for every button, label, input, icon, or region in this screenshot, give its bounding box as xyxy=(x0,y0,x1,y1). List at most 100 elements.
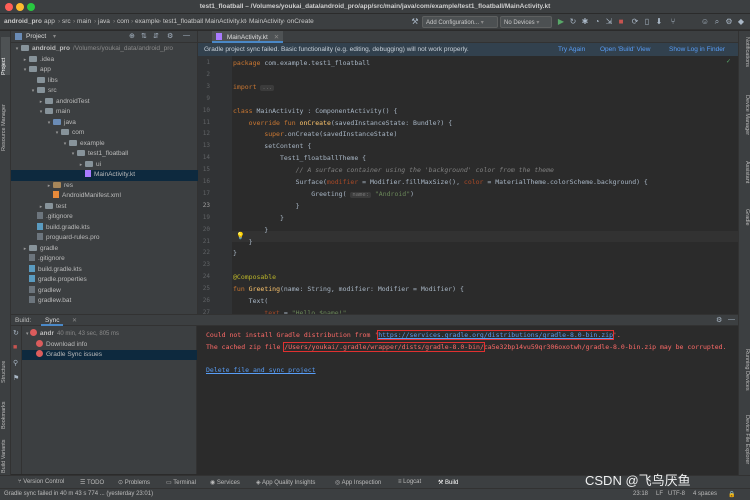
assistant-tool-tab[interactable]: Assistant xyxy=(741,161,750,201)
project-tool-tab[interactable]: Project xyxy=(1,37,10,75)
tree-item[interactable]: ▾ main xyxy=(11,107,198,118)
bookmarks-tool-tab[interactable]: Bookmarks xyxy=(1,389,10,429)
device-manager-icon[interactable]: ▯ xyxy=(642,17,652,27)
chevron-right-icon[interactable]: ▸ xyxy=(37,97,45,108)
chevron-down-icon[interactable]: ▾ xyxy=(29,86,37,97)
chevron-right-icon[interactable]: ▸ xyxy=(21,244,29,255)
tree-item[interactable]: AndroidManifest.xml xyxy=(11,191,198,202)
collapse-all-icon[interactable]: ⇅ xyxy=(141,32,147,40)
open-build-view-link[interactable]: Open 'Build' View xyxy=(600,46,650,53)
build-tree-item[interactable]: ▾ andr 40 min, 43 sec, 805 ms xyxy=(22,329,197,339)
terminal-tab[interactable]: ▭ Terminal xyxy=(166,479,196,486)
tree-item[interactable]: gradlew.bat xyxy=(11,296,198,307)
version-control-tab[interactable]: ⑂ Version Control xyxy=(18,479,64,485)
chevron-down-icon[interactable]: ▾ xyxy=(45,118,53,129)
show-log-in-finder-link[interactable]: Show Log in Finder xyxy=(669,46,725,53)
app-quality-insights-tab[interactable]: ◈ App Quality Insights xyxy=(256,479,315,486)
caret-position[interactable]: 23:18 xyxy=(633,491,648,497)
tree-item[interactable]: ▾ android_pro/Volumes/youkai_data/android… xyxy=(11,44,198,55)
tree-item[interactable]: ▾ test1_floatball xyxy=(11,149,198,160)
sync-gradle-icon[interactable]: ⟳ xyxy=(630,17,640,27)
rerun-icon[interactable]: ↻ xyxy=(13,329,19,337)
breadcrumb-item[interactable]: java xyxy=(98,18,110,25)
todo-tab[interactable]: ☰ TODO xyxy=(80,479,104,486)
run-icon[interactable]: ▶ xyxy=(556,17,566,27)
build-tab[interactable]: ⚒ Build xyxy=(438,479,458,486)
tree-item[interactable]: ▸ test xyxy=(11,202,198,213)
chevron-down-icon[interactable]: ▾ xyxy=(13,44,21,55)
device-manager-tool-tab[interactable]: Device Manager xyxy=(741,95,750,153)
logcat-tab[interactable]: ≡ Logcat xyxy=(398,479,421,485)
settings-icon[interactable]: ⚙ xyxy=(724,17,734,27)
git-icon[interactable]: ⑂ xyxy=(668,17,678,27)
chevron-right-icon[interactable]: ▸ xyxy=(37,202,45,213)
try-again-link[interactable]: Try Again xyxy=(558,46,585,53)
structure-tool-tab[interactable]: Structure xyxy=(1,349,10,383)
chevron-down-icon[interactable]: ▾ xyxy=(53,128,61,139)
tree-item[interactable]: build.gradle.kts xyxy=(11,264,198,276)
resource-manager-tool-tab[interactable]: Resource Manager xyxy=(1,91,10,151)
delete-file-and-sync-link[interactable]: Delete file and sync project xyxy=(206,366,316,374)
tree-item[interactable]: ▸ .idea xyxy=(11,55,198,66)
tree-item[interactable]: MainActivity.kt xyxy=(11,170,198,181)
hide-panel-icon[interactable]: — xyxy=(728,316,735,323)
options-icon[interactable]: ⚙ xyxy=(167,32,173,40)
tree-item[interactable]: gradlew xyxy=(11,285,198,297)
chevron-right-icon[interactable]: ▸ xyxy=(21,55,29,66)
gradle-tool-tab[interactable]: Gradle xyxy=(741,209,750,239)
tree-item[interactable]: ▾ src xyxy=(11,86,198,97)
breadcrumb-item[interactable]: test1_floatball xyxy=(163,18,203,25)
options-icon[interactable]: ⚙ xyxy=(716,316,722,324)
tree-item[interactable]: ▸ res xyxy=(11,181,198,192)
locate-file-icon[interactable]: ⊕ xyxy=(129,32,135,40)
tree-item[interactable]: proguard-rules.pro xyxy=(11,233,198,244)
lock-icon[interactable]: 🔒 xyxy=(728,491,735,498)
tree-item[interactable]: libs xyxy=(11,76,198,87)
build-tree-item[interactable]: Download info xyxy=(22,339,197,350)
tree-item[interactable]: ▾ app xyxy=(11,65,198,76)
app-inspection-tab[interactable]: ◎ App Inspection xyxy=(335,479,381,486)
breadcrumb-item[interactable]: main xyxy=(77,18,91,25)
stop-icon[interactable]: ■ xyxy=(616,17,626,27)
breadcrumb-item[interactable]: MainActivity xyxy=(249,18,284,25)
close-tab-icon[interactable]: ✕ xyxy=(274,34,279,41)
chevron-down-icon[interactable]: ▾ xyxy=(53,33,56,40)
add-configuration-button[interactable]: Add Configuration... ▾ xyxy=(422,16,498,28)
breadcrumb-item[interactable]: onCreate xyxy=(287,18,314,25)
line-separator[interactable]: LF xyxy=(656,491,663,497)
notifications-tool-tab[interactable]: Notifications xyxy=(741,37,750,89)
project-view-selector[interactable]: Project xyxy=(26,33,46,40)
chevron-right-icon[interactable]: ▸ xyxy=(77,160,85,171)
tree-item[interactable]: ▸ gradle xyxy=(11,244,198,255)
attach-debugger-icon[interactable]: ⇲ xyxy=(604,17,614,27)
breadcrumb-item[interactable]: app xyxy=(44,18,55,25)
sdk-manager-icon[interactable]: ⬇ xyxy=(654,17,664,27)
user-icon[interactable]: ☺ xyxy=(700,17,710,27)
running-devices-tool-tab[interactable]: Running Devices xyxy=(741,349,750,409)
breadcrumb-item[interactable]: android_pro xyxy=(4,18,42,25)
debug-icon[interactable]: ✱ xyxy=(580,17,590,27)
tab-sync[interactable]: Sync xyxy=(41,315,64,326)
breadcrumb-item[interactable]: com xyxy=(117,18,129,25)
search-icon[interactable]: ⌕ xyxy=(712,17,722,27)
build-tree-item[interactable]: Gradle Sync issues xyxy=(22,350,197,360)
status-message[interactable]: Gradle sync failed in 40 m 43 s 774 ... … xyxy=(4,491,153,497)
chevron-right-icon[interactable]: ▸ xyxy=(45,181,53,192)
expand-all-icon[interactable]: ⇵ xyxy=(153,32,159,40)
indent-setting[interactable]: 4 spaces xyxy=(693,491,717,497)
services-tab[interactable]: ◉ Services xyxy=(210,479,240,486)
hammer-icon[interactable]: ⚒ xyxy=(410,17,420,27)
device-file-explorer-tool-tab[interactable]: Device File Explorer xyxy=(741,415,750,475)
chevron-down-icon[interactable]: ▾ xyxy=(61,139,69,150)
breadcrumb-item[interactable]: example xyxy=(135,18,160,25)
stop-icon[interactable]: ■ xyxy=(13,344,17,351)
tree-item[interactable]: .gitignore xyxy=(11,254,198,265)
build-variants-tool-tab[interactable]: Build Variants xyxy=(1,433,10,473)
tree-item[interactable]: ▾ com xyxy=(11,128,198,139)
tree-item[interactable]: build.gradle.kts xyxy=(11,222,198,234)
tree-item[interactable]: ▸ androidTest xyxy=(11,97,198,108)
gradle-distribution-link[interactable]: https://services.gradle.org/distribution… xyxy=(377,330,614,340)
filter-icon[interactable]: ⚲ xyxy=(13,359,18,367)
close-tab-icon[interactable]: ✕ xyxy=(72,317,77,324)
chevron-down-icon[interactable]: ▾ xyxy=(69,149,77,160)
